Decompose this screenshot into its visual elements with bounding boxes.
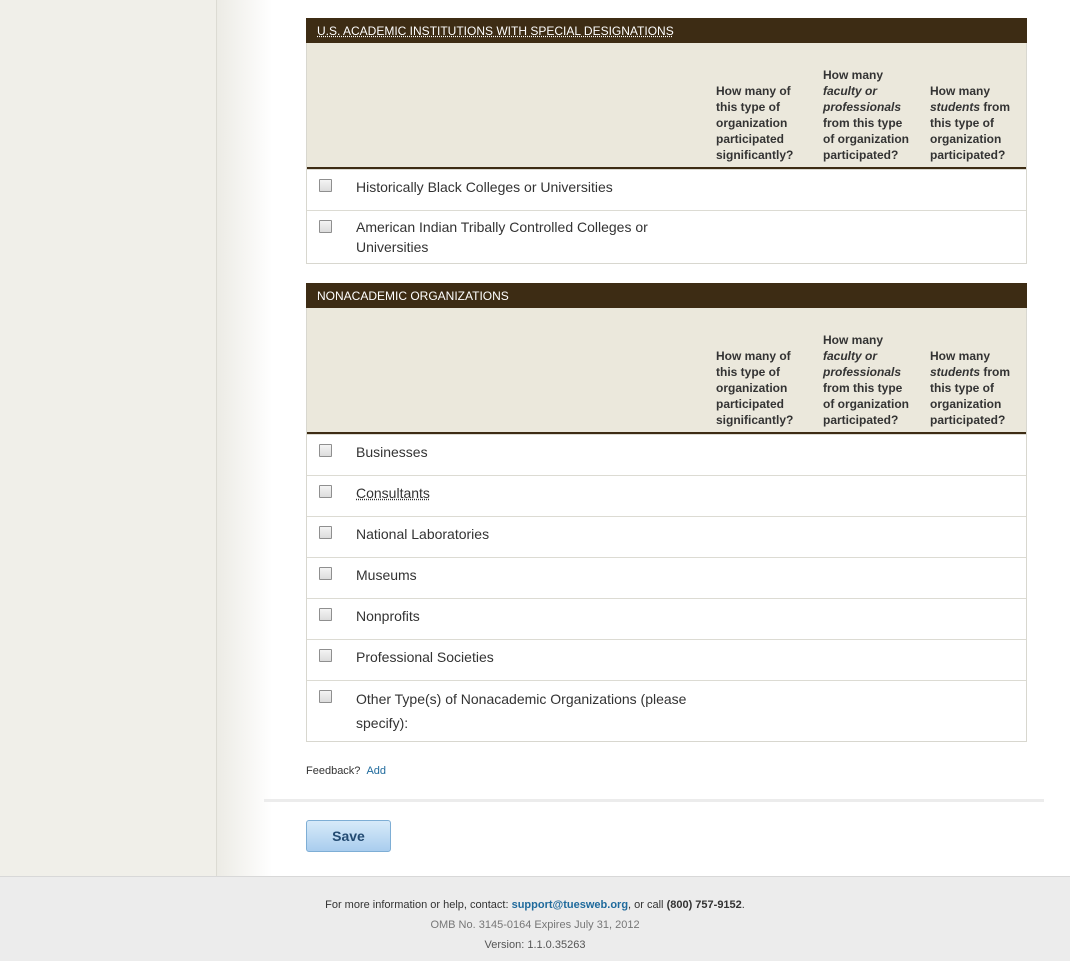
nonacademic-organizations-section: NONACADEMIC ORGANIZATIONS How many of th…: [306, 283, 1027, 742]
row-checkbox[interactable]: [319, 179, 332, 192]
table-row: National Laboratories: [307, 516, 1026, 557]
table-row: Museums: [307, 557, 1026, 598]
footer: For more information or help, contact: s…: [0, 876, 1070, 961]
content-shadow: [217, 0, 272, 876]
col2-text-c: from this type of organization participa…: [823, 381, 909, 427]
row-checkbox[interactable]: [319, 649, 332, 662]
table-row: American Indian Tribally Controlled Coll…: [307, 210, 1026, 263]
row-checkbox[interactable]: [319, 608, 332, 621]
row-checkbox[interactable]: [319, 567, 332, 580]
table-row: Historically Black Colleges or Universit…: [307, 169, 1026, 210]
section-title: NONACADEMIC ORGANIZATIONS: [317, 289, 509, 303]
row-checkbox[interactable]: [319, 220, 332, 233]
col2-text-b: faculty or professionals: [823, 84, 902, 114]
academic-institutions-section: U.S. ACADEMIC INSTITUTIONS WITH SPECIAL …: [306, 18, 1027, 264]
table-row: Professional Societies: [307, 639, 1026, 680]
left-sidebar-background: [0, 0, 217, 876]
row-checkbox[interactable]: [319, 526, 332, 539]
footer-middle: , or call: [628, 899, 667, 911]
row-label[interactable]: Consultants: [356, 483, 430, 503]
support-phone: (800) 757-9152: [666, 899, 742, 911]
row-checkbox[interactable]: [319, 690, 332, 703]
col3-text-b: students: [930, 365, 981, 379]
row-label: Museums: [356, 567, 417, 583]
col2-text-a: How many: [823, 333, 884, 347]
col2-text-b: faculty or professionals: [823, 349, 902, 379]
table-row: Nonprofits: [307, 598, 1026, 639]
col3-text-a: How many: [930, 84, 991, 98]
feedback: Feedback? Add: [306, 765, 386, 777]
divider: [264, 799, 1044, 802]
row-checkbox[interactable]: [319, 485, 332, 498]
footer-suffix: .: [741, 899, 745, 911]
col3-text-a: How many: [930, 349, 991, 363]
col2-text-c: from this type of organization participa…: [823, 116, 909, 162]
table-row: Consultants: [307, 475, 1026, 516]
feedback-add-link[interactable]: Add: [366, 765, 386, 777]
feedback-label: Feedback?: [306, 765, 361, 777]
column-header-faculty: How many faculty or professionals from t…: [823, 332, 911, 428]
column-header-faculty: How many faculty or professionals from t…: [823, 67, 911, 163]
row-label: American Indian Tribally Controlled Coll…: [356, 219, 648, 255]
column-header-participated: How many of this type of organization pa…: [716, 349, 794, 427]
support-email-link[interactable]: support@tuesweb.org: [512, 899, 628, 911]
row-label: Professional Societies: [356, 649, 494, 665]
footer-contact: For more information or help, contact: s…: [0, 899, 1070, 911]
section-header: U.S. ACADEMIC INSTITUTIONS WITH SPECIAL …: [306, 18, 1027, 43]
row-label: Other Type(s) of Nonacademic Organizatio…: [356, 691, 687, 731]
row-label: Businesses: [356, 444, 428, 460]
footer-version: Version: 1.1.0.35263: [484, 939, 586, 951]
row-label: Nonprofits: [356, 608, 420, 624]
column-headers: How many of this type of organization pa…: [307, 308, 1026, 434]
row-label: National Laboratories: [356, 526, 490, 542]
column-header-participated: How many of this type of organization pa…: [716, 84, 794, 162]
column-header-students: How many students from this type of orga…: [930, 83, 1018, 163]
col3-text-b: students: [930, 100, 981, 114]
row-checkbox[interactable]: [319, 444, 332, 457]
section-title: U.S. ACADEMIC INSTITUTIONS WITH SPECIAL …: [317, 24, 674, 38]
row-label: Historically Black Colleges or Universit…: [356, 179, 613, 195]
section-header: NONACADEMIC ORGANIZATIONS: [306, 283, 1027, 308]
table-row: Other Type(s) of Nonacademic Organizatio…: [307, 680, 1026, 741]
column-headers: How many of this type of organization pa…: [307, 43, 1026, 169]
col2-text-a: How many: [823, 68, 884, 82]
footer-prefix: For more information or help, contact:: [325, 899, 512, 911]
footer-omb: OMB No. 3145-0164 Expires July 31, 2012: [430, 919, 640, 931]
save-button[interactable]: Save: [306, 820, 391, 852]
column-header-students: How many students from this type of orga…: [930, 348, 1018, 428]
table-row: Businesses: [307, 434, 1026, 475]
